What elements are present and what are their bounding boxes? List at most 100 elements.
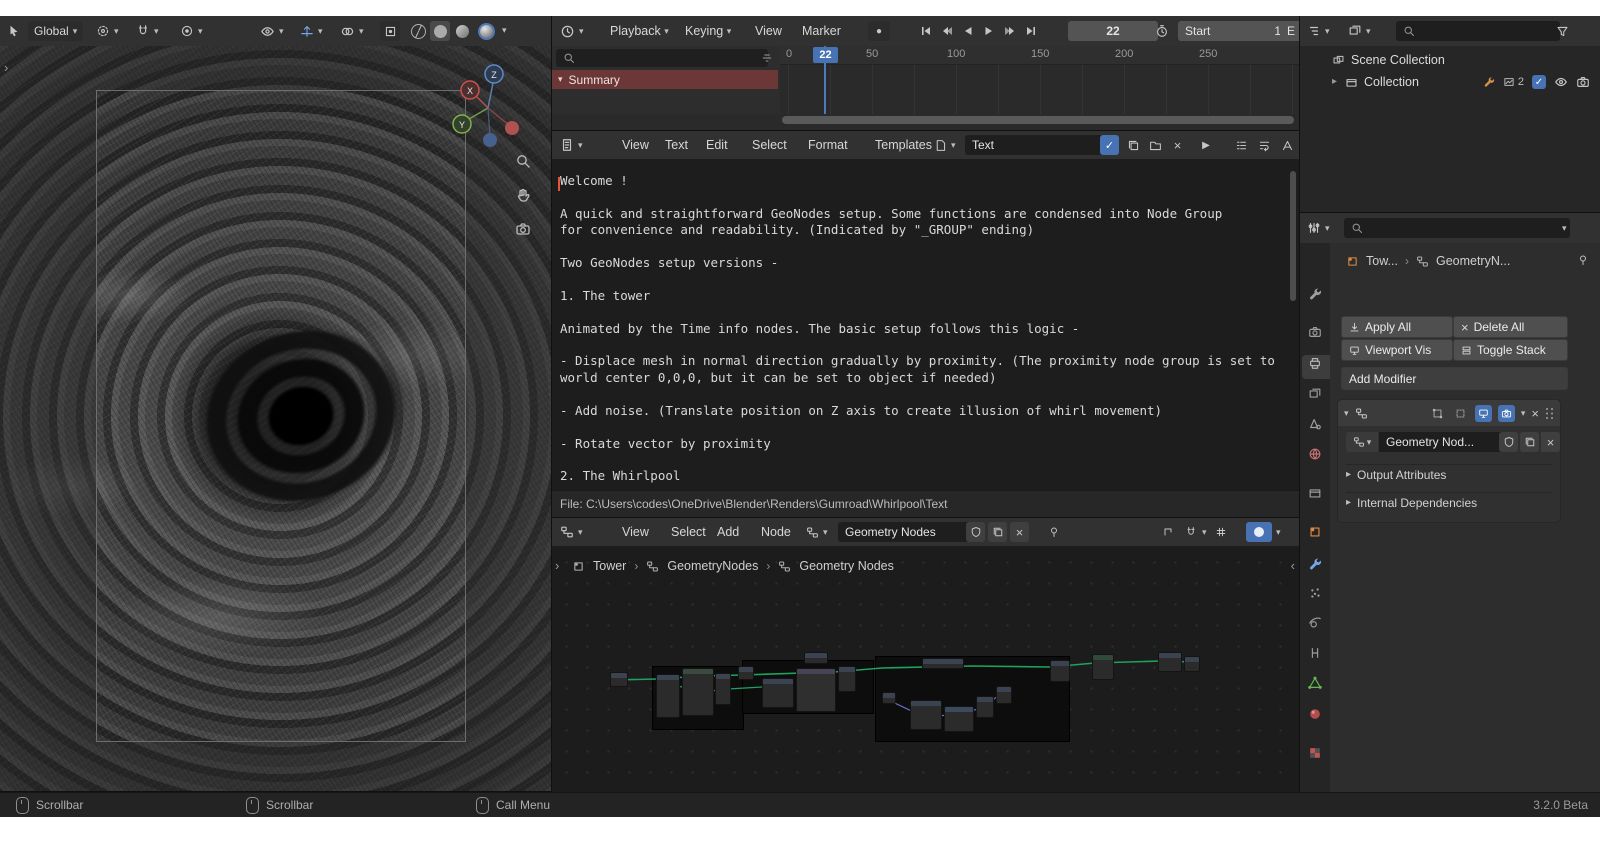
menu-marker[interactable]: Marker (802, 16, 841, 46)
editor-type-dropdown[interactable]: ▾ (560, 21, 584, 41)
section-output-attributes[interactable]: ▸ Output Attributes (1346, 464, 1552, 485)
unlink-nodetree-button[interactable]: × (1010, 522, 1029, 542)
node[interactable] (976, 696, 994, 718)
toggle-stack-button[interactable]: Toggle Stack (1453, 339, 1568, 361)
render-camera-icon[interactable] (1576, 75, 1590, 89)
menu-keying[interactable]: Keying ▾ (685, 16, 731, 46)
tweak-tool-icon[interactable] (4, 21, 24, 41)
gizmos-dropdown[interactable]: ▾ (300, 21, 323, 41)
xray-toggle[interactable] (380, 21, 400, 41)
breadcrumb-modifier[interactable]: GeometryNodes (667, 559, 758, 573)
node[interactable] (882, 692, 896, 704)
nodetree-browse-dropdown[interactable]: ▾ (806, 522, 828, 542)
snap-dropdown[interactable]: ▾ (1202, 528, 1207, 537)
register-checkbox[interactable]: ✓ (1100, 135, 1119, 155)
tab-modifiers[interactable] (1306, 555, 1324, 573)
playhead-label[interactable]: 22 (813, 47, 838, 63)
nodetree-browse-dropdown[interactable]: ▾ (1346, 432, 1378, 452)
syntax-highlight-icon[interactable] (1278, 135, 1297, 155)
menu-view[interactable]: View (622, 518, 649, 546)
menu-text[interactable]: Text (665, 131, 688, 159)
tab-view-layer[interactable] (1306, 385, 1324, 403)
expand-icon[interactable]: ▾ (1344, 408, 1349, 418)
sidebar-collapse-arrow[interactable]: ‹ (1291, 558, 1295, 573)
tab-constraints[interactable] (1306, 644, 1324, 662)
parent-node-icon[interactable] (1158, 522, 1177, 542)
menu-templates[interactable]: Templates (875, 131, 932, 159)
breadcrumb-object[interactable]: Tower (593, 559, 626, 573)
editor-type-dropdown[interactable]: ▾ (1307, 21, 1330, 41)
node[interactable] (682, 668, 714, 716)
tab-render[interactable] (1306, 323, 1324, 341)
visibility-dropdown[interactable]: ▾ (260, 21, 284, 41)
exclude-checkbox[interactable]: ✓ (1532, 75, 1546, 89)
run-script-button[interactable]: ▶ (1196, 135, 1216, 155)
jump-to-start-button[interactable] (916, 21, 936, 41)
text-content[interactable]: Welcome ! A quick and straightforward Ge… (560, 173, 1275, 485)
display-mode-dropdown[interactable]: ▾ (1348, 21, 1371, 41)
move-view-hand-icon[interactable] (512, 184, 534, 206)
viewport-canvas[interactable]: › Z X Y Z X (0, 46, 551, 791)
pivot-point-dropdown[interactable]: ▾ (96, 21, 119, 41)
summary-channel[interactable]: ▾ Summary (552, 70, 778, 89)
snap-dropdown[interactable]: ▾ (136, 21, 159, 41)
drag-handle[interactable] (1545, 407, 1554, 420)
fake-user-shield-button[interactable] (966, 522, 985, 542)
prev-keyframe-button[interactable] (937, 21, 957, 41)
word-wrap-icon[interactable] (1255, 135, 1274, 155)
menu-edit[interactable]: Edit (706, 131, 728, 159)
menu-add[interactable]: Add (717, 518, 739, 546)
nodetree-datablock-name[interactable]: Geometry Nodes (838, 522, 976, 542)
modifier-panel-header[interactable]: ▾ ▾ × (1338, 400, 1560, 426)
overlays-dropdown[interactable]: ▾ (340, 21, 364, 41)
node[interactable] (1158, 652, 1182, 672)
outliner-row-collection[interactable]: ▸ Collection 2 ✓ (1300, 72, 1600, 92)
tab-texture[interactable] (1306, 744, 1324, 762)
camera-view-icon[interactable] (512, 218, 534, 240)
stopwatch-icon[interactable] (1152, 21, 1172, 41)
node[interactable] (910, 700, 942, 730)
editor-type-dropdown[interactable]: ▾ (560, 135, 583, 155)
menu-select[interactable]: Select (752, 131, 787, 159)
pin-id-icon[interactable] (1574, 251, 1592, 269)
node[interactable] (1092, 654, 1114, 680)
breadcrumb-object[interactable]: Tow... (1366, 254, 1398, 268)
editor-type-dropdown[interactable]: ▾ (560, 522, 583, 542)
node[interactable] (656, 674, 680, 718)
overlays-toggle[interactable] (1246, 522, 1272, 542)
text-datablock-name[interactable]: Text (965, 135, 1109, 155)
copy-nodetree-button[interactable] (988, 522, 1007, 542)
shading-wireframe-button[interactable] (408, 21, 428, 41)
open-text-button[interactable] (1146, 135, 1165, 155)
outliner-row-scene-collection[interactable]: Scene Collection (1300, 50, 1600, 70)
shading-solid-button[interactable] (430, 21, 450, 41)
properties-search-input[interactable] (1344, 218, 1570, 238)
node[interactable] (796, 668, 836, 712)
node[interactable] (1184, 656, 1200, 672)
grid-snap-icon[interactable] (1212, 522, 1230, 542)
timeline-scrollbar[interactable] (782, 116, 1294, 124)
play-button[interactable] (979, 21, 999, 41)
editor-type-dropdown[interactable]: ▾ (1307, 218, 1330, 238)
start-frame-field[interactable]: Start 1 (1178, 21, 1288, 41)
breadcrumb-modifier[interactable]: GeometryN... (1436, 254, 1510, 268)
node[interactable] (738, 666, 754, 680)
record-button[interactable]: ● (868, 21, 890, 41)
node[interactable] (804, 652, 828, 664)
node-canvas[interactable]: › Tower › GeometryNodes › Geometry Nodes… (552, 546, 1299, 792)
hide-eye-icon[interactable] (1554, 75, 1568, 89)
close-modifier-button[interactable]: × (1531, 406, 1539, 421)
pin-icon[interactable] (1044, 522, 1063, 542)
expander-icon[interactable]: ▸ (1332, 77, 1337, 87)
node[interactable] (838, 666, 856, 692)
copy-nodetree-button[interactable] (1520, 432, 1539, 452)
navigation-gizmo[interactable]: Z X Y Z X Y (450, 60, 530, 152)
breadcrumb-nodetree[interactable]: Geometry Nodes (799, 559, 893, 573)
text-editor-body[interactable]: Welcome ! A quick and straightforward Ge… (552, 159, 1299, 491)
extras-dropdown[interactable]: ▾ (1521, 408, 1526, 418)
play-reverse-button[interactable] (958, 21, 978, 41)
tab-physics[interactable] (1306, 614, 1324, 632)
node[interactable] (715, 673, 731, 705)
realtime-toggle[interactable] (1474, 404, 1492, 422)
filter-dropdown[interactable]: ▾ (1562, 224, 1567, 233)
